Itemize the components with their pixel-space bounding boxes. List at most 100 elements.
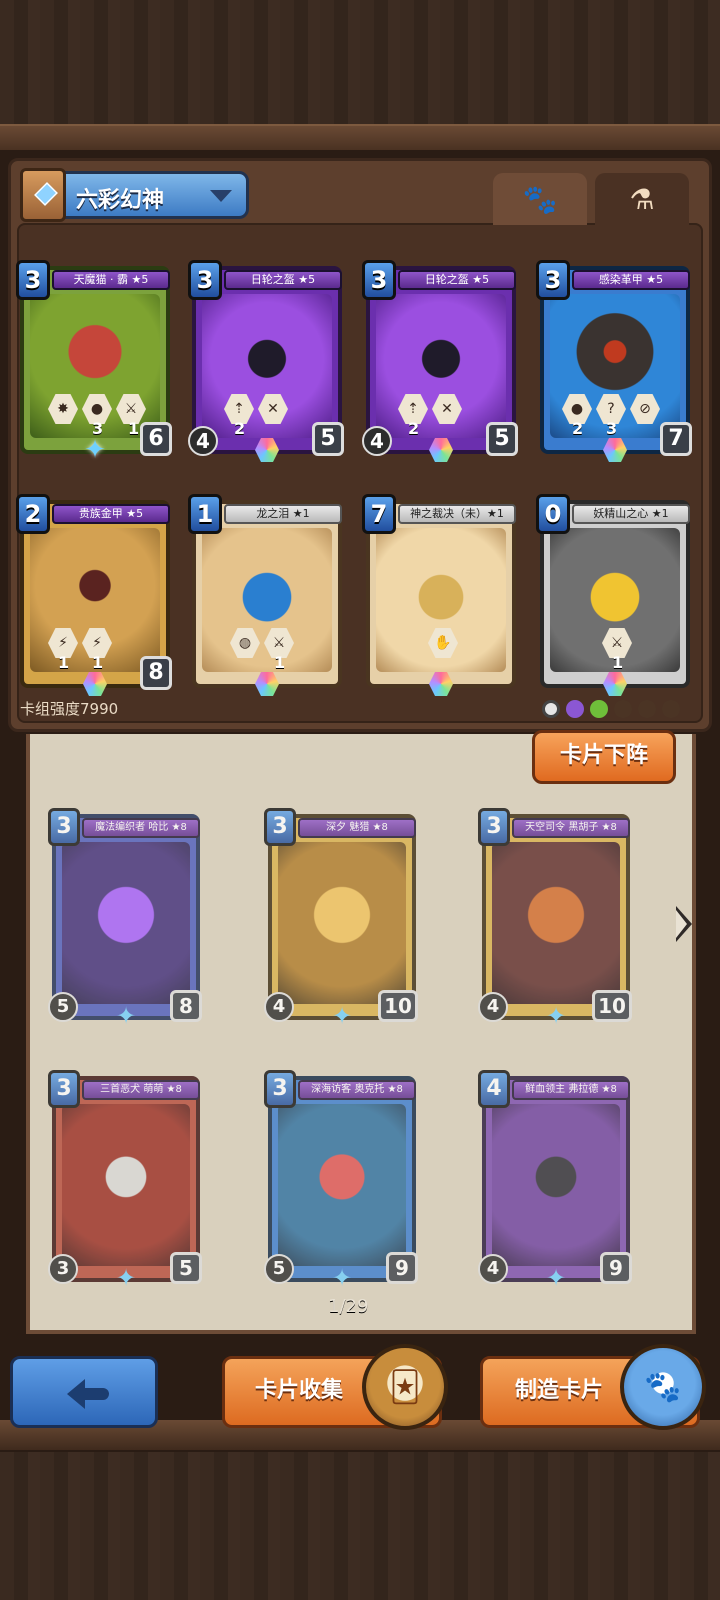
tab-items[interactable]: ⚗ <box>595 173 689 225</box>
skill-value: 1 <box>612 653 624 672</box>
rarity-star-icon: ✦ <box>115 1264 137 1292</box>
paw-icon: 🐾 <box>522 182 558 216</box>
deck-selector-dropdown[interactable]: 六彩幻神 <box>20 168 249 222</box>
card-art <box>202 528 332 672</box>
card-name: 妖精山之心 ★1 <box>572 504 690 524</box>
deck-card-4[interactable]: 感染革甲 ★5 3 ● 2 ? 3 ⊘ 7 <box>536 260 692 462</box>
card-cost: 7 <box>362 494 396 534</box>
card-right-stat: 9 <box>600 1252 632 1284</box>
next-page-arrow-icon[interactable] <box>676 906 694 942</box>
neutral-filter-icon[interactable] <box>542 700 560 718</box>
back-arrow-icon <box>67 1379 109 1409</box>
card-right-stat: 8 <box>170 990 202 1022</box>
rarity-star-icon: ✦ <box>115 1002 137 1030</box>
rarity-star-icon: ✦ <box>545 1002 567 1030</box>
card-left-stat: 5 <box>48 992 78 1022</box>
card-right-stat: 8 <box>140 656 172 690</box>
unload-card-button[interactable]: 卡片下阵 <box>532 730 676 784</box>
purple-filter-icon[interactable] <box>566 700 584 718</box>
deck-name: 六彩幻神 <box>76 188 165 213</box>
card-left-stat: 4 <box>478 1254 508 1284</box>
skill-value: 2 <box>408 419 420 438</box>
skill-value: 2 <box>234 419 246 438</box>
collection-card-5[interactable]: 深海访客 奥克托 ★8 3 5 9 ✦ <box>264 1070 418 1292</box>
collection-card-1[interactable]: 魔法编织者 哈比 ★8 3 5 8 ✦ <box>48 808 202 1030</box>
deck-power-label: 卡组强度7990 <box>20 700 119 718</box>
locked-filter-icon[interactable] <box>638 700 656 718</box>
back-button[interactable] <box>10 1356 158 1428</box>
card-name: 日轮之盔 ★5 <box>398 270 516 290</box>
card-art <box>278 842 406 1004</box>
card-cost: 3 <box>536 260 570 300</box>
card-cost: 0 <box>536 494 570 534</box>
card-cost: 2 <box>16 494 50 534</box>
card-cost: 4 <box>478 1070 510 1108</box>
card-cost: 3 <box>264 808 296 846</box>
card-right-stat: 5 <box>170 1252 202 1284</box>
deck-card-1[interactable]: 天魔猫 · 霸 ★5 3 ✸ ● 3 ⚔ 1 6 ✦ <box>16 260 172 464</box>
card-name: 深海访客 奥克托 ★8 <box>298 1080 416 1100</box>
card-art <box>492 1104 620 1266</box>
card-cost: 3 <box>16 260 50 300</box>
card-cost: 3 <box>362 260 396 300</box>
rarity-star-icon: ✦ <box>84 435 106 465</box>
card-left-stat: 3 <box>48 1254 78 1284</box>
card-cost: 1 <box>188 494 222 534</box>
deck-card-7[interactable]: 神之裁决（未）★1 7 ✋ <box>362 494 516 696</box>
card-cost: 3 <box>264 1070 296 1108</box>
card-left-stat: 4 <box>478 992 508 1022</box>
collection-card-2[interactable]: 深夕 魅猎 ★8 3 4 10 ✦ <box>264 808 418 1030</box>
paw-potion-icon[interactable]: 🐾 <box>620 1344 706 1430</box>
card-name: 天空司令 黑胡子 ★8 <box>512 818 630 838</box>
card-cost: 3 <box>188 260 222 300</box>
card-left-stat: 4 <box>188 426 218 456</box>
rarity-star-icon: ✦ <box>331 1264 353 1292</box>
skill-value: 1 <box>58 653 70 672</box>
locked-filter-icon[interactable] <box>662 700 680 718</box>
rarity-star-icon: ✦ <box>545 1264 567 1292</box>
skill-value: 3 <box>606 419 618 438</box>
deck-card-5[interactable]: 贵族金甲 ★5 2 ⚡ 1 ⚡ 1 8 <box>16 494 172 696</box>
skill-value: 1 <box>92 653 104 672</box>
card-name: 深夕 魅猎 ★8 <box>298 818 416 838</box>
deck-card-3[interactable]: 日轮之盔 ★5 3 ⇡ 2 ✕ 4 5 <box>362 260 518 462</box>
card-right-stat: 7 <box>660 422 692 456</box>
skill-value: 1 <box>274 653 286 672</box>
flask-icon: ⚗ <box>629 182 655 216</box>
card-name: 神之裁决（未）★1 <box>398 504 516 524</box>
deck-card-6[interactable]: 龙之泪 ★1 1 ◍ ⚔ 1 <box>188 494 342 696</box>
card-name: 贵族金甲 ★5 <box>52 504 170 524</box>
card-left-stat: 5 <box>264 1254 294 1284</box>
card-cost: 3 <box>478 808 510 846</box>
skill-value: 2 <box>572 419 584 438</box>
deck-card-2[interactable]: 日轮之盔 ★5 3 ⇡ 2 ✕ 4 5 <box>188 260 344 462</box>
card-art <box>278 1104 406 1266</box>
card-name: 感染革甲 ★5 <box>572 270 690 290</box>
card-art <box>62 842 190 1004</box>
locked-filter-icon[interactable] <box>614 700 632 718</box>
deck-filter-icons[interactable] <box>542 700 680 718</box>
card-right-stat: 6 <box>140 422 172 456</box>
collection-card-6[interactable]: 鲜血领主 弗拉德 ★8 4 4 9 ✦ <box>478 1070 632 1292</box>
card-name: 三首恶犬 萌萌 ★8 <box>82 1080 200 1100</box>
top-wood-frame <box>0 0 720 150</box>
tab-creatures[interactable]: 🐾 <box>493 173 587 225</box>
chevron-down-icon <box>210 190 232 202</box>
deck-card-8[interactable]: 妖精山之心 ★1 0 ⚔ 1 <box>536 494 690 696</box>
card-art <box>62 1104 190 1266</box>
rarity-star-icon: ✦ <box>331 1002 353 1030</box>
card-cost: 3 <box>48 1070 80 1108</box>
card-right-stat: 9 <box>386 1252 418 1284</box>
card-left-stat: 4 <box>264 992 294 1022</box>
card-cost: 3 <box>48 808 80 846</box>
card-book-icon[interactable]: 🃏 <box>362 1344 448 1430</box>
card-right-stat: 10 <box>592 990 632 1022</box>
skill-value: 1 <box>128 419 140 438</box>
card-name: 天魔猫 · 霸 ★5 <box>52 270 170 290</box>
card-name: 鲜血领主 弗拉德 ★8 <box>512 1080 630 1100</box>
page-indicator: 1/29 <box>328 1296 369 1317</box>
green-filter-icon[interactable] <box>590 700 608 718</box>
card-right-stat: 10 <box>378 990 418 1022</box>
collection-card-4[interactable]: 三首恶犬 萌萌 ★8 3 3 5 ✦ <box>48 1070 202 1292</box>
collection-card-3[interactable]: 天空司令 黑胡子 ★8 3 4 10 ✦ <box>478 808 632 1030</box>
